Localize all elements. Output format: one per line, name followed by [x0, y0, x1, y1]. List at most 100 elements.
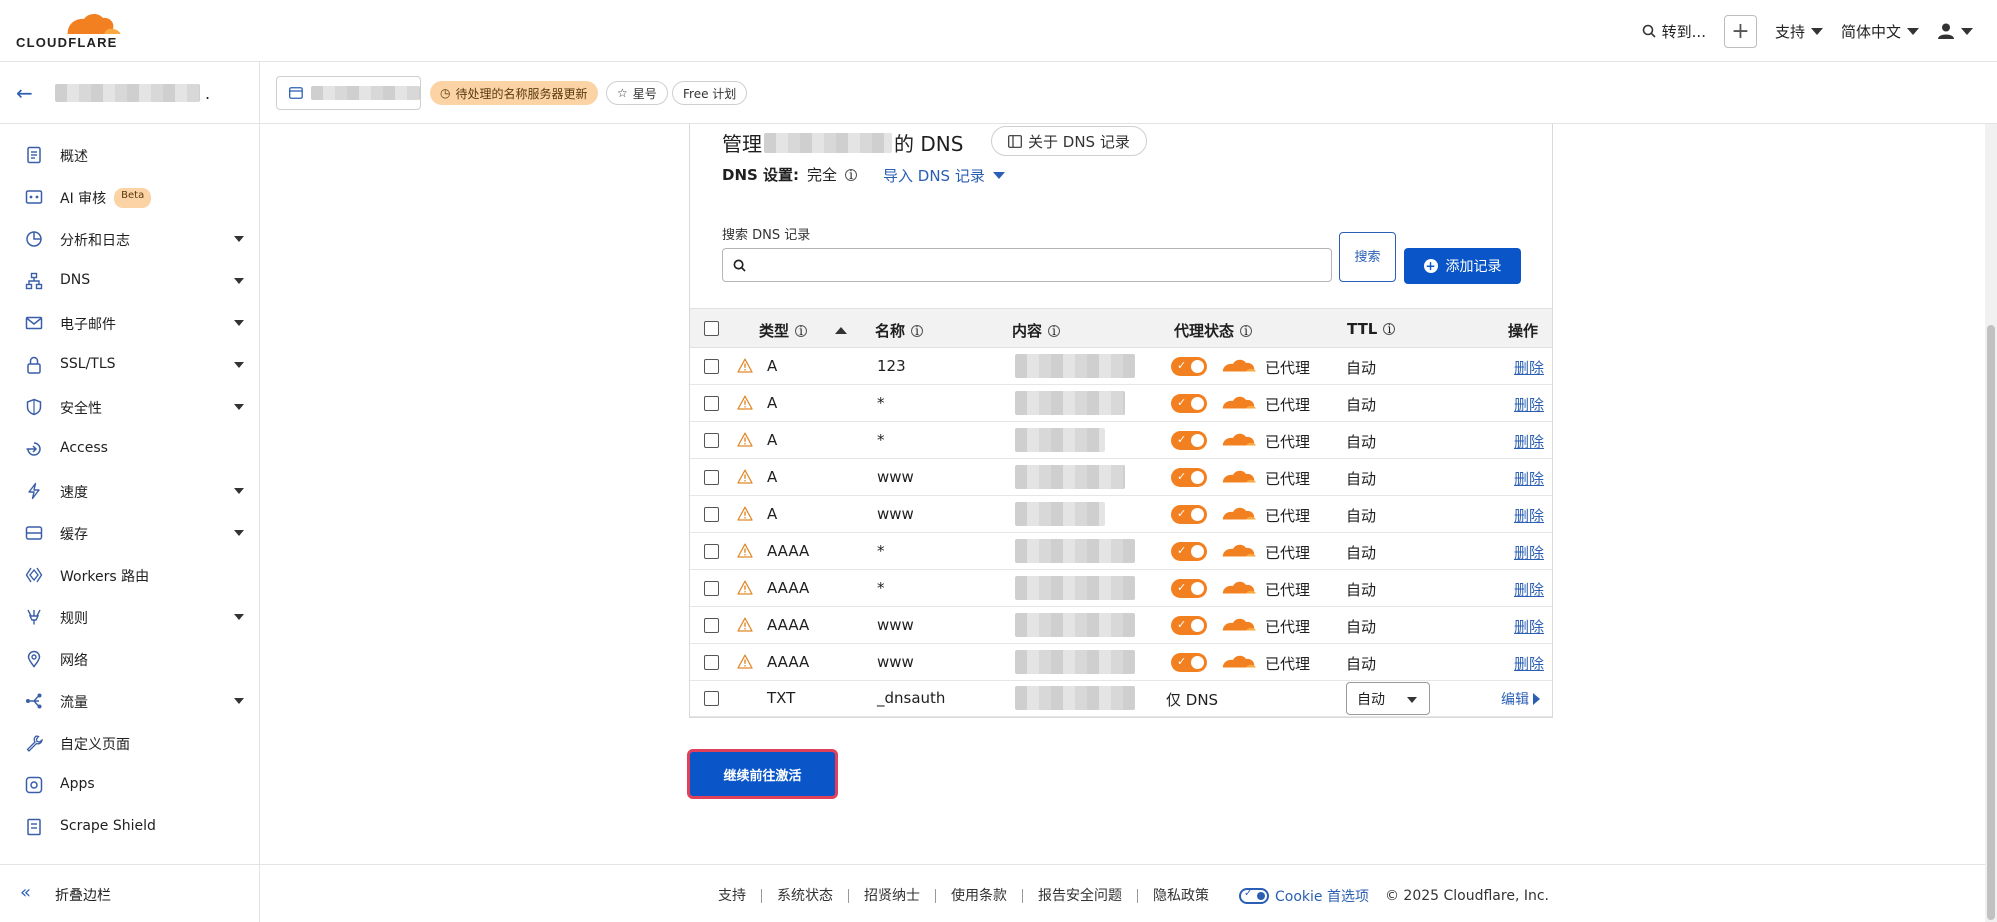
sidebar-item-8[interactable]: 速度: [0, 470, 259, 512]
chevron-down-icon[interactable]: [234, 488, 244, 494]
sidebar-item-5[interactable]: SSL/TLS: [0, 344, 259, 386]
table-row[interactable]: AAAA * ✓ 已代理 自动 删除: [690, 570, 1552, 607]
search-field[interactable]: [722, 248, 1332, 282]
sidebar-item-10[interactable]: Workers 路由: [0, 554, 259, 596]
table-row[interactable]: AAAA * ✓ 已代理 自动 删除: [690, 533, 1552, 570]
sort-ascending-icon[interactable]: [835, 327, 848, 334]
warning-icon[interactable]: [737, 469, 753, 484]
add-record-button[interactable]: + 添加记录: [1404, 248, 1521, 284]
footer-link-careers[interactable]: 招贤纳士: [849, 889, 936, 903]
footer-link-support[interactable]: 支持: [718, 889, 762, 903]
proxy-toggle[interactable]: ✓: [1171, 579, 1207, 598]
footer-link-terms[interactable]: 使用条款: [936, 889, 1023, 903]
sidebar-item-14[interactable]: 自定义页面: [0, 722, 259, 764]
row-checkbox[interactable]: [704, 359, 719, 374]
pending-nameserver-badge[interactable]: ◷ 待处理的名称服务器更新: [430, 81, 598, 105]
cookie-preferences-link[interactable]: Cookie 首选项: [1224, 886, 1369, 906]
select-all-checkbox[interactable]: [704, 321, 719, 336]
row-checkbox[interactable]: [704, 691, 719, 706]
add-button[interactable]: +: [1723, 14, 1757, 48]
warning-icon[interactable]: [737, 580, 753, 595]
delete-record-link[interactable]: 删除: [1514, 505, 1544, 526]
warning-icon[interactable]: [737, 395, 753, 410]
language-menu[interactable]: 简体中文: [1841, 21, 1919, 42]
search-input[interactable]: [752, 250, 1331, 280]
delete-record-link[interactable]: 删除: [1514, 616, 1544, 637]
info-icon[interactable]: i: [795, 324, 808, 337]
chevron-down-icon[interactable]: [234, 698, 244, 704]
row-checkbox[interactable]: [704, 544, 719, 559]
continue-to-activation-button[interactable]: 继续前往激活: [687, 749, 838, 799]
chevron-down-icon[interactable]: [234, 404, 244, 410]
delete-record-link[interactable]: 删除: [1514, 653, 1544, 674]
back-arrow-icon[interactable]: ←: [16, 81, 33, 105]
edit-record-link[interactable]: 编辑: [1501, 689, 1540, 709]
support-menu[interactable]: 支持: [1775, 21, 1823, 42]
plan-badge[interactable]: Free 计划: [672, 81, 748, 105]
table-row[interactable]: Awww ✓ 已代理 自动 删除: [690, 459, 1552, 496]
column-ttl[interactable]: TTL i: [1347, 320, 1396, 338]
info-icon[interactable]: i: [1048, 324, 1061, 337]
delete-record-link[interactable]: 删除: [1514, 431, 1544, 452]
warning-icon[interactable]: [737, 506, 753, 521]
sidebar-item-15[interactable]: Apps: [0, 764, 259, 806]
proxy-toggle[interactable]: ✓: [1171, 653, 1207, 672]
info-icon[interactable]: i: [1383, 323, 1396, 335]
cloudflare-logo[interactable]: CLOUDFLARE: [16, 10, 126, 50]
table-row[interactable]: A * ✓ 已代理 自动 删除: [690, 385, 1552, 422]
sidebar-item-13[interactable]: 流量: [0, 680, 259, 722]
footer-link-privacy[interactable]: 隐私政策: [1138, 889, 1224, 903]
chevron-down-icon[interactable]: [234, 236, 244, 242]
proxy-toggle[interactable]: ✓: [1171, 616, 1207, 635]
chevron-down-icon[interactable]: [234, 278, 244, 284]
user-menu[interactable]: [1937, 22, 1973, 40]
warning-icon[interactable]: [737, 432, 753, 447]
table-row[interactable]: AAAA www ✓ 已代理 自动 删除: [690, 644, 1552, 681]
star-badge[interactable]: ☆ 星号: [606, 81, 668, 105]
row-checkbox[interactable]: [704, 655, 719, 670]
delete-record-link[interactable]: 删除: [1514, 542, 1544, 563]
info-icon[interactable]: i: [1240, 324, 1253, 337]
row-checkbox[interactable]: [704, 618, 719, 633]
proxy-toggle[interactable]: ✓: [1171, 394, 1207, 413]
chevron-down-icon[interactable]: [234, 614, 244, 620]
scrollbar-thumb[interactable]: [1987, 325, 1995, 920]
goto-button[interactable]: 转到...: [1642, 21, 1706, 42]
sidebar-item-12[interactable]: 网络: [0, 638, 259, 680]
sidebar-item-7[interactable]: Access: [0, 428, 259, 470]
table-row[interactable]: A 123 ✓ 已代理 自动 删除: [690, 348, 1552, 385]
sidebar-item-6[interactable]: 安全性: [0, 386, 259, 428]
zone-selector[interactable]: [276, 76, 421, 110]
proxy-toggle[interactable]: ✓: [1171, 505, 1207, 524]
ttl-select[interactable]: 自动: [1346, 682, 1430, 715]
collapse-sidebar-button[interactable]: « 折叠边栏: [0, 864, 259, 922]
proxy-toggle[interactable]: ✓: [1171, 542, 1207, 561]
row-checkbox[interactable]: [704, 470, 719, 485]
sidebar-item-1[interactable]: AI 审核 Beta: [0, 176, 259, 218]
table-row[interactable]: AAAA www ✓ 已代理 自动 删除: [690, 607, 1552, 644]
sidebar-item-4[interactable]: 电子邮件: [0, 302, 259, 344]
sidebar-item-0[interactable]: 概述: [0, 134, 259, 176]
warning-icon[interactable]: [737, 617, 753, 632]
column-name[interactable]: 名称 i: [875, 320, 924, 341]
sidebar-item-2[interactable]: 分析和日志: [0, 218, 259, 260]
footer-link-status[interactable]: 系统状态: [762, 889, 849, 903]
proxy-toggle[interactable]: ✓: [1171, 468, 1207, 487]
sidebar-item-16[interactable]: Scrape Shield: [0, 806, 259, 848]
delete-record-link[interactable]: 删除: [1514, 468, 1544, 489]
delete-record-link[interactable]: 删除: [1514, 579, 1544, 600]
delete-record-link[interactable]: 删除: [1514, 357, 1544, 378]
row-checkbox[interactable]: [704, 507, 719, 522]
table-row[interactable]: A * ✓ 已代理 自动 删除: [690, 422, 1552, 459]
delete-record-link[interactable]: 删除: [1514, 394, 1544, 415]
chevron-down-icon[interactable]: [234, 362, 244, 368]
table-row[interactable]: Awww ✓ 已代理 自动 删除: [690, 496, 1552, 533]
about-dns-records-button[interactable]: 关于 DNS 记录: [991, 126, 1147, 156]
row-checkbox[interactable]: [704, 433, 719, 448]
import-dns-records-menu[interactable]: 导入 DNS 记录: [883, 165, 1005, 186]
proxy-toggle[interactable]: ✓: [1171, 357, 1207, 376]
info-icon[interactable]: i: [911, 324, 924, 337]
sidebar-item-11[interactable]: 规则: [0, 596, 259, 638]
warning-icon[interactable]: [737, 654, 753, 669]
warning-icon[interactable]: [737, 358, 753, 373]
